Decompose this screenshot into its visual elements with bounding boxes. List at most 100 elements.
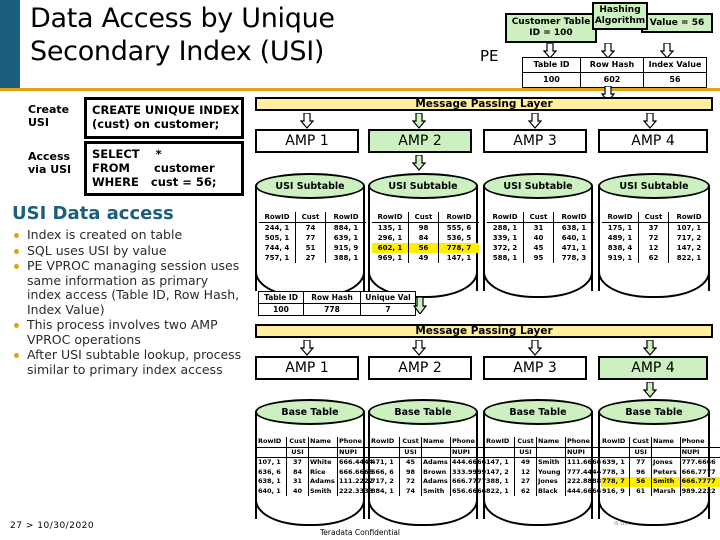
column-header: Cust — [295, 212, 326, 223]
table-cell: 56 — [643, 72, 707, 88]
column-subheader: USI — [629, 447, 652, 458]
amp-box-bottom-1[interactable]: AMP 1 — [255, 356, 359, 380]
table-cell: 639, 1 — [333, 234, 359, 242]
column-subheader — [308, 447, 338, 458]
table-cell: 77 — [295, 233, 326, 243]
table-row: USI NUPI — [601, 447, 720, 458]
column-header: Phone — [565, 437, 606, 448]
arrow-down-icon — [300, 113, 314, 129]
table-cell: 96 — [629, 467, 652, 477]
table-row: RowID Cust RowID — [372, 212, 479, 223]
amp-box-top-4[interactable]: AMP 4 — [598, 129, 708, 153]
table-cell: 7 — [360, 303, 416, 316]
table-cell: 49 — [408, 253, 439, 263]
table-cell: 84 — [408, 233, 439, 243]
column-header: RowID — [259, 212, 296, 223]
amp-box-top-3[interactable]: AMP 3 — [483, 129, 587, 153]
table-row: 969, 1 49 147, 1 — [372, 253, 479, 263]
table-cell: 505, 1 — [259, 233, 296, 243]
table-cell: 12 — [514, 467, 537, 477]
column-subheader — [257, 447, 287, 458]
column-subheader — [601, 447, 631, 458]
pe-label: PE — [480, 47, 499, 65]
table-cell: Smith — [308, 486, 338, 496]
table-cell: 244, 1 — [259, 222, 296, 233]
base-table-data-2: RowID Cust Name Phone USI NUPI 471, 1 45 A… — [370, 437, 491, 496]
arrow-down-icon — [413, 296, 427, 314]
table-cell: 666.7777 — [681, 467, 716, 476]
table-cell: 666.7777 — [680, 477, 720, 487]
table-row: RowID Cust Name Phone — [601, 437, 720, 448]
table-cell: 555, 6 — [446, 224, 472, 232]
table-cell: 56 — [408, 243, 439, 253]
amp-box-top-1[interactable]: AMP 1 — [255, 129, 359, 153]
table-row: 588, 1 95 778, 3 — [487, 253, 594, 263]
table-row: USI NUPI — [257, 447, 378, 458]
table-cell: 388, 1 — [333, 254, 359, 262]
table-cell: 37 — [638, 222, 669, 233]
arrow-down-icon — [643, 382, 657, 398]
column-subheader: USI — [399, 447, 422, 458]
amp-box-bottom-3[interactable]: AMP 3 — [483, 356, 587, 380]
column-subheader — [370, 447, 400, 458]
table-cell: 639, 1 — [601, 457, 631, 468]
arrow-down-icon — [300, 340, 314, 356]
table-cell: 969, 1 — [372, 253, 409, 263]
arrow-down-icon — [528, 340, 542, 356]
usi-subtable-data-4: RowID Cust RowID 175, 1 37 107, 1 489, 1 72… — [602, 212, 709, 263]
table-row: 471, 1 45 Adams 444.6666 — [370, 457, 491, 468]
table-cell: 222.8888 — [567, 477, 602, 485]
table-row: 288, 1 31 638, 1 — [487, 222, 594, 233]
amp-box-top-2[interactable]: AMP 2 — [368, 129, 472, 153]
table-row: 100 778 7 — [258, 303, 416, 316]
create-usi-label: Create USI — [28, 103, 70, 129]
table-cell: Black — [536, 486, 566, 496]
access-sql-line-2: FROM customer — [92, 161, 215, 175]
column-header: RowID — [602, 212, 639, 223]
table-row: RowID Cust RowID — [259, 212, 366, 223]
table-cell: 388, 1 — [485, 477, 515, 487]
table-cell: 147, 2 — [485, 467, 515, 477]
table-cell: 778 — [303, 303, 361, 316]
column-header: Table ID — [258, 291, 304, 304]
column-header: Cust — [638, 212, 669, 223]
table-cell: 51 — [295, 243, 326, 253]
usi-data-access-heading: USI Data access — [12, 203, 174, 224]
column-header: Unique Val — [360, 291, 416, 304]
base-table-title: Base Table — [255, 399, 365, 425]
table-cell: Smith — [536, 457, 566, 468]
table-cell: 636, 6 — [257, 467, 287, 477]
table-row-highlighted: 778, 7 56 Smith 666.7777 — [601, 477, 720, 487]
table-row: 388, 1 27 Jones 222.8888 — [485, 477, 606, 487]
table-cell: Adams — [421, 477, 451, 487]
table-cell: 100 — [522, 72, 581, 88]
message-passing-layer-top: Message Passing Layer — [255, 97, 713, 111]
table-row: 638, 1 31 Adams 111.2222 — [257, 477, 378, 487]
table-cell: 95 — [523, 253, 554, 263]
table-cell: 471, 1 — [370, 457, 400, 468]
table-cell: 778, 7 — [601, 477, 631, 487]
base-table-title: Base Table — [368, 399, 478, 425]
table-cell: 489, 1 — [602, 233, 639, 243]
amp-box-bottom-2[interactable]: AMP 2 — [368, 356, 472, 380]
amp-box-bottom-4[interactable]: AMP 4 — [598, 356, 708, 380]
table-cell: 74 — [295, 222, 326, 233]
column-header: RowID — [601, 437, 631, 448]
arrow-down-icon — [528, 113, 542, 129]
table-cell: 838, 4 — [602, 243, 639, 253]
table-cell: 31 — [286, 477, 309, 487]
table-cell: 536, 5 — [446, 234, 472, 242]
table-cell: Rice — [308, 467, 338, 477]
table-cell: 45 — [399, 457, 422, 468]
table-cell: 40 — [523, 233, 554, 243]
confidential-notice: Teradata Confidential — [319, 528, 400, 537]
table-row: 147, 1 49 Smith 111.6666 — [485, 457, 606, 468]
column-header: RowID — [485, 437, 515, 448]
table-cell: 919, 1 — [602, 253, 639, 263]
table-row: 135, 1 98 555, 6 — [372, 222, 479, 233]
table-cell: 40 — [286, 486, 309, 496]
access-usi-label: Access via USI — [28, 150, 72, 176]
table-row: 778, 3 96 Peters 666.7777 — [601, 467, 720, 477]
table-cell: 84 — [286, 467, 309, 477]
arrow-down-icon — [412, 155, 426, 171]
